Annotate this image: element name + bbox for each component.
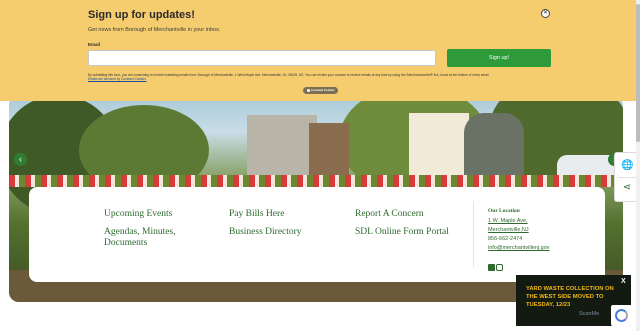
chevron-left-icon[interactable]: ‹ [14, 153, 27, 166]
email-link[interactable]: info@merchantvillenj.gov [488, 244, 588, 253]
quick-links-card: Upcoming Events Agendas, Minutes, Docume… [29, 187, 605, 282]
side-divider [618, 177, 636, 178]
link-business-directory[interactable]: Business Directory [229, 227, 349, 238]
link-report-concern[interactable]: Report A Concern [355, 209, 485, 220]
side-widget: 🌐 ⋖ [614, 152, 638, 202]
close-icon[interactable]: ✕ [541, 9, 550, 18]
badge-label: Constant Contact [311, 88, 335, 92]
facebook-icon[interactable] [488, 264, 495, 272]
recaptcha-icon [615, 309, 628, 322]
globe-icon[interactable]: 🌐 [621, 160, 633, 172]
constant-contact-link[interactable]: Emails are serviced by Constant Contact. [88, 77, 146, 81]
share-icon[interactable]: ⋖ [621, 182, 633, 194]
quick-links-col-1: Upcoming Events Agendas, Minutes, Docume… [104, 209, 214, 255]
legal-text: By submitting this form, you are consent… [88, 73, 558, 81]
scanme-label[interactable]: ScanMe [579, 311, 599, 317]
phone-number[interactable]: 856-662-2474 [488, 235, 588, 244]
location-heading: Our Location [488, 208, 520, 214]
signup-banner: Sign up for updates! Get news from Borou… [0, 0, 636, 101]
email-field[interactable] [88, 50, 436, 66]
scrollbar-thumb[interactable] [636, 4, 640, 142]
constant-contact-badge[interactable]: Constant Contact [303, 87, 338, 94]
alert-close-button[interactable]: X [621, 278, 626, 285]
signup-subtitle: Get news from Borough of Merchantville i… [88, 27, 221, 33]
constant-contact-logo-icon [306, 88, 311, 93]
signup-button[interactable]: Sign up! [447, 49, 551, 67]
link-sdl-portal[interactable]: SDL Online Form Portal [355, 227, 485, 238]
link-agendas[interactable]: Agendas, Minutes, Documents [104, 227, 214, 249]
recaptcha-badge[interactable] [611, 305, 632, 326]
address-line-2[interactable]: Merchantville,NJ [488, 226, 588, 235]
address-line-1[interactable]: 1 W. Maple Ave, [488, 217, 588, 226]
divider [473, 201, 474, 267]
quick-links-col-2: Pay Bills Here Business Directory [229, 209, 349, 244]
signup-title: Sign up for updates! [88, 9, 195, 21]
legal-consent: By submitting this form, you are consent… [88, 73, 490, 77]
email-label: Email [88, 42, 101, 47]
link-upcoming-events[interactable]: Upcoming Events [104, 209, 214, 220]
location-block: Our Location 1 W. Maple Ave, Merchantvil… [488, 208, 588, 277]
quick-links-col-3: Report A Concern SDL Online Form Portal [355, 209, 485, 244]
instagram-icon[interactable] [496, 264, 503, 272]
link-pay-bills[interactable]: Pay Bills Here [229, 209, 349, 220]
